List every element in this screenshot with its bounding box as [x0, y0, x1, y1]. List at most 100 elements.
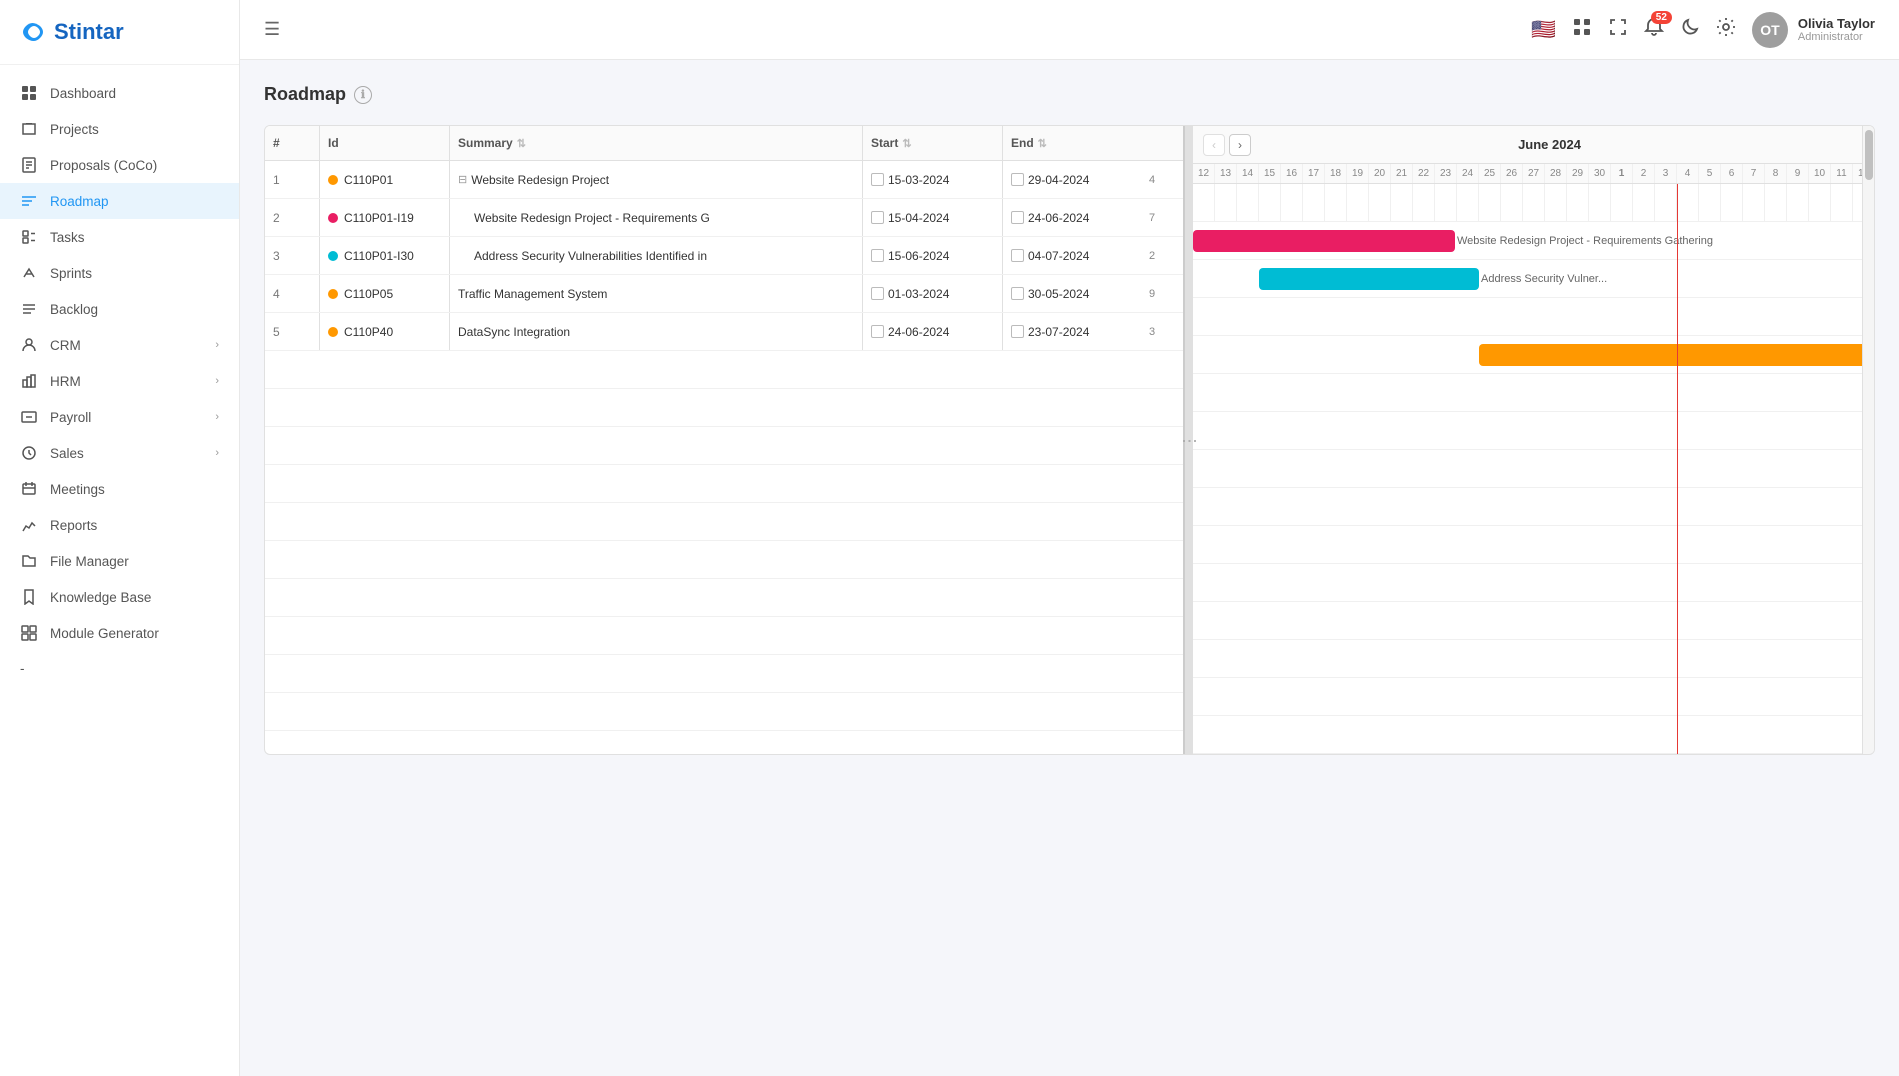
- sidebar-item-label: Module Generator: [50, 626, 159, 641]
- col-summary-header: Summary ⇅: [450, 126, 863, 160]
- sidebar-item-tasks[interactable]: Tasks: [0, 219, 239, 255]
- gantt-scrollbar-thumb[interactable]: [1865, 130, 1873, 180]
- end-checkbox[interactable]: [1011, 287, 1024, 300]
- drag-divider[interactable]: ⋮: [1185, 126, 1193, 754]
- gantt-day-cell: [1743, 184, 1765, 221]
- expand-icon[interactable]: ⊟: [458, 173, 467, 186]
- status-dot: [328, 251, 338, 261]
- col-extra-header: [1143, 126, 1183, 160]
- day-col: 21: [1391, 164, 1413, 183]
- row-end: 23-07-2024: [1003, 313, 1143, 350]
- sidebar-item-label: Sprints: [50, 266, 92, 281]
- row-start: 15-03-2024: [863, 161, 1003, 198]
- end-checkbox[interactable]: [1011, 211, 1024, 224]
- day-col: 4: [1677, 164, 1699, 183]
- row-summary: Address Security Vulnerabilities Identif…: [450, 237, 863, 274]
- day-col: 17: [1303, 164, 1325, 183]
- dark-mode-icon[interactable]: [1680, 17, 1700, 42]
- row-id: C110P01: [320, 161, 450, 198]
- row-extra: 2: [1143, 237, 1183, 274]
- status-dot: [328, 327, 338, 337]
- sidebar-item-more[interactable]: -: [0, 651, 239, 686]
- sidebar-item-label: File Manager: [50, 554, 129, 569]
- start-checkbox[interactable]: [871, 249, 884, 262]
- gantt-day-cell: [1721, 184, 1743, 221]
- sidebar-item-sprints[interactable]: Sprints: [0, 255, 239, 291]
- sidebar-item-knowledge-base[interactable]: Knowledge Base: [0, 579, 239, 615]
- hamburger-button[interactable]: ☰: [264, 19, 280, 40]
- sidebar-item-label: HRM: [50, 374, 81, 389]
- sidebar-item-meetings[interactable]: Meetings: [0, 471, 239, 507]
- gantt-chart-row-empty: [1193, 678, 1874, 716]
- row-start: 15-04-2024: [863, 199, 1003, 236]
- gantt-bar-pink[interactable]: [1193, 230, 1455, 252]
- sidebar-item-payroll[interactable]: Payroll ›: [0, 399, 239, 435]
- start-checkbox[interactable]: [871, 211, 884, 224]
- sidebar-item-sales[interactable]: Sales ›: [0, 435, 239, 471]
- sidebar-item-file-manager[interactable]: File Manager: [0, 543, 239, 579]
- row-extra: 7: [1143, 199, 1183, 236]
- row-start: 15-06-2024: [863, 237, 1003, 274]
- meetings-icon: [20, 481, 38, 497]
- start-sort-icon[interactable]: ⇅: [902, 137, 911, 150]
- gantt-day-cell: [1545, 184, 1567, 221]
- roadmap-icon: [20, 193, 38, 209]
- prev-period-button[interactable]: ‹: [1203, 134, 1225, 156]
- settings-icon[interactable]: [1716, 17, 1736, 42]
- end-checkbox[interactable]: [1011, 249, 1024, 262]
- day-col: 1: [1611, 164, 1633, 183]
- today-line: [1677, 184, 1678, 754]
- sidebar-item-dashboard[interactable]: Dashboard: [0, 75, 239, 111]
- sidebar-item-module-generator[interactable]: Module Generator: [0, 615, 239, 651]
- user-menu[interactable]: OT Olivia Taylor Administrator: [1752, 12, 1875, 48]
- start-checkbox[interactable]: [871, 173, 884, 186]
- gantt-bar-cyan[interactable]: [1259, 268, 1479, 290]
- reports-icon: [20, 517, 38, 533]
- end-checkbox[interactable]: [1011, 325, 1024, 338]
- table-row: 4 C110P05 Traffic Management System 01-0…: [265, 275, 1183, 313]
- table-row-empty: [265, 693, 1183, 731]
- end-checkbox[interactable]: [1011, 173, 1024, 186]
- sidebar-item-hrm[interactable]: HRM ›: [0, 363, 239, 399]
- gantt-chart-row: Address Security Vulner...: [1193, 260, 1874, 298]
- info-icon[interactable]: ℹ: [354, 86, 372, 104]
- start-checkbox[interactable]: [871, 287, 884, 300]
- sidebar-item-roadmap[interactable]: Roadmap: [0, 183, 239, 219]
- sidebar-item-crm[interactable]: CRM ›: [0, 327, 239, 363]
- start-checkbox[interactable]: [871, 325, 884, 338]
- gantt-day-cell: [1677, 184, 1699, 221]
- day-col: 13: [1215, 164, 1237, 183]
- gantt-chart-row-empty: [1193, 564, 1874, 602]
- user-role: Administrator: [1798, 31, 1875, 43]
- knowledge-base-icon: [20, 589, 38, 605]
- day-col: 5: [1699, 164, 1721, 183]
- gantt-bar-outside-label: Website Redesign Project - Requirements …: [1457, 235, 1713, 247]
- apps-icon[interactable]: [1572, 17, 1592, 42]
- sidebar-item-reports[interactable]: Reports: [0, 507, 239, 543]
- sidebar-item-proposals[interactable]: Proposals (CoCo): [0, 147, 239, 183]
- hrm-arrow: ›: [215, 375, 219, 387]
- sidebar-item-backlog[interactable]: Backlog: [0, 291, 239, 327]
- fullscreen-icon[interactable]: [1608, 17, 1628, 42]
- header-left: ☰: [264, 19, 280, 40]
- language-flag[interactable]: 🇺🇸: [1531, 17, 1556, 42]
- end-sort-icon[interactable]: ⇅: [1038, 137, 1047, 150]
- table-row-empty: [265, 503, 1183, 541]
- day-col: 10: [1809, 164, 1831, 183]
- sort-icon[interactable]: ⇅: [517, 137, 526, 150]
- row-start: 01-03-2024: [863, 275, 1003, 312]
- sidebar-item-label: Backlog: [50, 302, 98, 317]
- day-col: 7: [1743, 164, 1765, 183]
- row-id: C110P05: [320, 275, 450, 312]
- gantt-day-cell: [1369, 184, 1391, 221]
- sidebar-item-projects[interactable]: Projects: [0, 111, 239, 147]
- row-num: 4: [265, 275, 320, 312]
- next-period-button[interactable]: ›: [1229, 134, 1251, 156]
- row-extra: 3: [1143, 313, 1183, 350]
- gantt-scrollbar[interactable]: [1862, 126, 1874, 754]
- row-summary: Website Redesign Project - Requirements …: [450, 199, 863, 236]
- day-col: 9: [1787, 164, 1809, 183]
- status-dot: [328, 175, 338, 185]
- notification-badge: 52: [1651, 11, 1672, 24]
- notifications-icon[interactable]: 52: [1644, 17, 1664, 42]
